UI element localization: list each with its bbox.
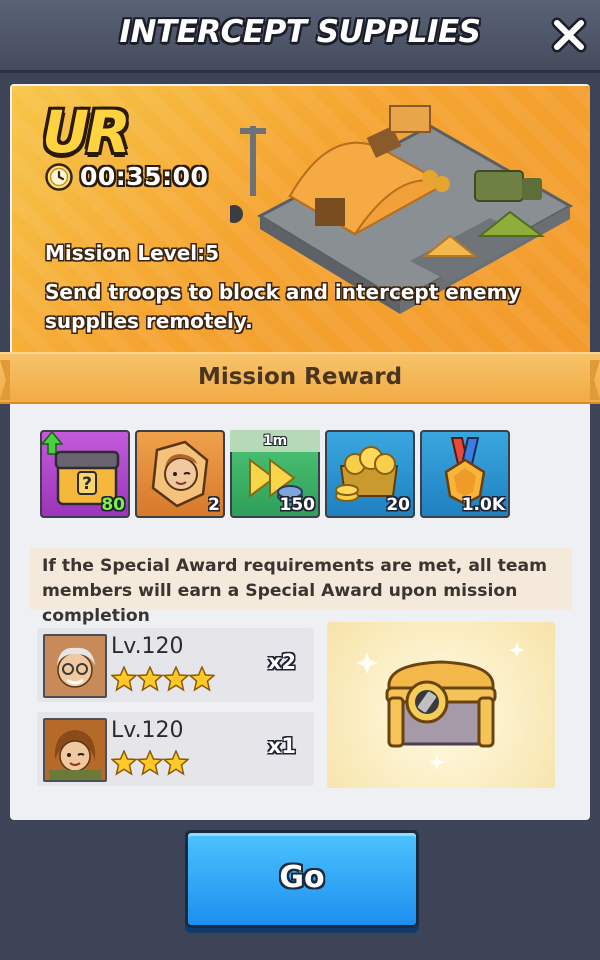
go-button-label: Go xyxy=(279,860,325,895)
reward-item-gold[interactable]: 20 xyxy=(325,430,415,518)
hero-count: x1 xyxy=(267,734,296,758)
star-icon xyxy=(163,750,189,776)
page-title: INTERCEPT SUPPLIES xyxy=(119,14,482,50)
reward-item-speedup[interactable]: 1m 150 xyxy=(230,430,320,518)
close-button[interactable] xyxy=(550,16,588,54)
reward-item-crate[interactable]: ? 80 xyxy=(40,430,130,518)
header-bar: INTERCEPT SUPPLIES xyxy=(0,0,600,73)
hero-requirement-row: Lv.120 x1 xyxy=(37,712,314,786)
reward-quantity: 1.0K xyxy=(461,495,505,515)
reward-quantity: 2 xyxy=(208,495,220,515)
hero-level: Lv.120 xyxy=(111,634,184,659)
special-award-chest-panel[interactable] xyxy=(327,622,555,788)
svg-text:?: ? xyxy=(82,474,92,494)
hero-level: Lv.120 xyxy=(111,718,184,743)
star-icon xyxy=(111,750,137,776)
clock-icon xyxy=(45,163,73,191)
hero-count: x2 xyxy=(267,650,296,674)
close-icon[interactable] xyxy=(550,16,588,54)
special-chest-icon xyxy=(356,642,525,770)
reward-quantity: 80 xyxy=(101,495,125,515)
reward-quantity: 150 xyxy=(279,495,316,515)
hero-avatar-icon xyxy=(45,636,105,696)
reward-banner: Mission Reward xyxy=(0,352,600,404)
rewards-list: ? 80 2 1m 150 20 1.0K xyxy=(40,430,520,520)
reward-quantity: 20 xyxy=(386,495,410,515)
hero-portrait[interactable] xyxy=(43,718,107,782)
reward-title: Mission Reward xyxy=(197,364,403,390)
star-icon xyxy=(111,666,137,692)
hero-requirement-row: Lv.120 x2 xyxy=(37,628,314,702)
hero-stars xyxy=(111,666,215,692)
mission-card: UR 00:35:00 Mission Level:5 Send troops … xyxy=(12,86,590,366)
reward-duration-label: 1m xyxy=(262,433,288,449)
star-icon xyxy=(137,750,163,776)
special-award-text: If the Special Award requirements are me… xyxy=(42,556,548,626)
reward-item-medal[interactable]: 1.0K xyxy=(420,430,510,518)
hero-stars xyxy=(111,750,189,776)
star-icon xyxy=(137,666,163,692)
rarity-badge: UR xyxy=(42,98,131,166)
reward-item-hero-shard[interactable]: 2 xyxy=(135,430,225,518)
mission-level: Mission Level:5 xyxy=(45,241,220,265)
star-icon xyxy=(189,666,215,692)
mission-description: Send troops to block and intercept enemy… xyxy=(45,280,521,333)
hero-avatar-icon xyxy=(45,720,105,780)
go-button[interactable]: Go xyxy=(185,830,419,928)
hero-portrait[interactable] xyxy=(43,634,107,698)
special-award-note: If the Special Award requirements are me… xyxy=(30,548,572,626)
star-icon xyxy=(163,666,189,692)
mission-timer: 00:35:00 xyxy=(80,162,209,191)
